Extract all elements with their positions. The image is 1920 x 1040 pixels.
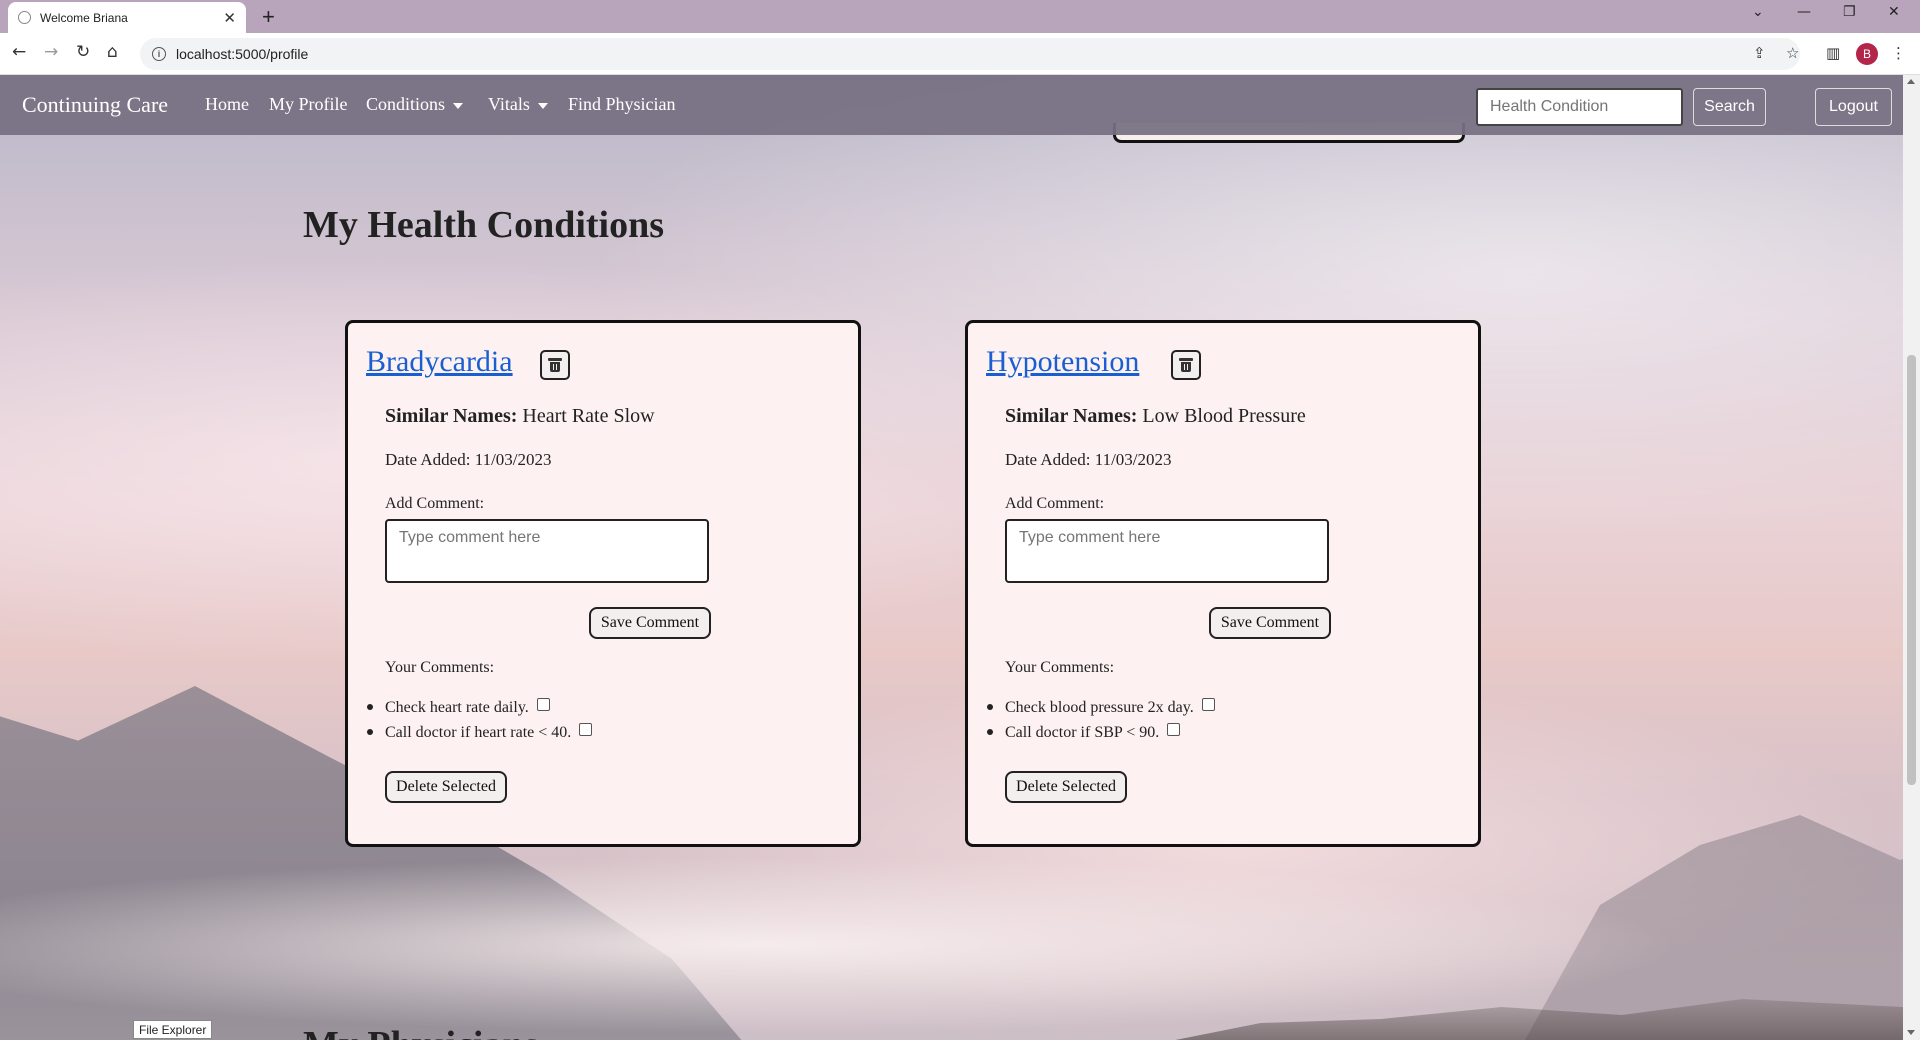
nav-my-profile[interactable]: My Profile	[269, 94, 348, 115]
comment-text: Call doctor if SBP < 90.	[1005, 723, 1160, 741]
star-icon[interactable]: ☆	[1786, 44, 1799, 62]
comment-input[interactable]	[385, 519, 709, 583]
close-tab-icon[interactable]: ✕	[223, 9, 236, 27]
page-viewport: Continuing Care Home My Profile Conditio…	[0, 75, 1903, 1040]
condition-link[interactable]: Hypotension	[986, 345, 1139, 379]
url-text: localhost:5000/profile	[176, 46, 309, 62]
nav-vitals-label: Vitals	[488, 94, 530, 114]
condition-link[interactable]: Bradycardia	[366, 345, 513, 379]
app-navbar: Continuing Care Home My Profile Conditio…	[0, 75, 1903, 135]
delete-condition-button[interactable]	[1171, 350, 1201, 380]
comment-checkbox[interactable]	[579, 723, 593, 736]
browser-tab[interactable]: Welcome Briana ✕	[8, 2, 246, 33]
new-tab-icon[interactable]: +	[262, 4, 275, 30]
comment-item: Check blood pressure 2x day.	[987, 695, 1215, 720]
site-info-icon[interactable]: i	[152, 47, 166, 61]
condition-card: Bradycardia Similar Names: Heart Rate Sl…	[345, 320, 861, 847]
similar-names-value: Heart Rate Slow	[522, 405, 655, 427]
save-comment-button[interactable]: Save Comment	[589, 607, 711, 639]
minimize-icon[interactable]: —	[1797, 4, 1811, 20]
close-window-icon[interactable]: ✕	[1888, 4, 1900, 20]
logout-button[interactable]: Logout	[1815, 88, 1892, 126]
share-icon[interactable]: ⇪	[1753, 44, 1766, 62]
nav-find-physician[interactable]: Find Physician	[568, 94, 676, 115]
comment-item: Check heart rate daily.	[366, 695, 592, 720]
caret-down-icon	[537, 102, 548, 109]
side-panel-icon[interactable]: ▥	[1826, 44, 1840, 62]
your-comments-label: Your Comments:	[1005, 659, 1115, 676]
comment-checkbox[interactable]	[536, 698, 550, 711]
chevron-down-icon[interactable]: ⌄	[1752, 4, 1764, 20]
comment-list: Check heart rate daily. Call doctor if h…	[366, 695, 593, 745]
kebab-menu-icon[interactable]: ⋮	[1891, 44, 1906, 62]
tab-title: Welcome Briana	[40, 10, 128, 25]
your-comments-label: Your Comments:	[385, 659, 495, 676]
nav-conditions-label: Conditions	[366, 94, 446, 114]
condition-search-input[interactable]	[1476, 88, 1683, 126]
comment-text: Check heart rate daily.	[385, 698, 529, 716]
back-arrow-icon[interactable]: ←	[12, 42, 26, 62]
date-added: Date Added: 11/03/2023	[385, 450, 552, 469]
comment-checkbox[interactable]	[1167, 723, 1181, 736]
nav-conditions-dropdown[interactable]: Conditions	[366, 94, 464, 115]
reload-icon[interactable]: ↻	[76, 42, 90, 62]
restore-icon[interactable]: ❐	[1843, 4, 1856, 20]
scroll-up-icon[interactable]	[1907, 79, 1915, 84]
scroll-down-icon[interactable]	[1907, 1030, 1915, 1035]
comment-item: Call doctor if SBP < 90.	[987, 720, 1215, 745]
url-field[interactable]: i localhost:5000/profile	[140, 38, 1800, 70]
search-button[interactable]: Search	[1693, 88, 1766, 126]
scrollbar-thumb[interactable]	[1907, 355, 1916, 785]
comment-checkbox[interactable]	[1201, 698, 1215, 711]
add-comment-label: Add Comment:	[385, 495, 485, 512]
profile-avatar[interactable]: B	[1856, 43, 1878, 65]
comment-list: Check blood pressure 2x day. Call doctor…	[987, 695, 1215, 745]
browser-tab-strip: Welcome Briana ✕ + ⌄ — ❐ ✕	[0, 0, 1920, 33]
nav-home[interactable]: Home	[205, 94, 249, 115]
brand-logo[interactable]: Continuing Care	[22, 92, 168, 118]
condition-card: Hypotension Similar Names: Low Blood Pre…	[965, 320, 1481, 847]
delete-selected-button[interactable]: Delete Selected	[1005, 771, 1127, 803]
similar-names: Similar Names: Low Blood Pressure	[1005, 405, 1306, 428]
address-bar-row: ← → ↻ ⌂ i localhost:5000/profile ⇪ ☆ ▥ B…	[0, 33, 1920, 75]
similar-names-value: Low Blood Pressure	[1142, 405, 1306, 427]
trash-icon	[1179, 358, 1193, 372]
background-fog	[0, 835, 1903, 1040]
comment-text: Call doctor if heart rate < 40.	[385, 723, 572, 741]
forward-arrow-icon[interactable]: →	[44, 42, 58, 62]
similar-names-label: Similar Names:	[1005, 405, 1138, 427]
save-comment-button[interactable]: Save Comment	[1209, 607, 1331, 639]
delete-selected-button[interactable]: Delete Selected	[385, 771, 507, 803]
caret-down-icon	[453, 102, 464, 109]
page-scrollbar[interactable]	[1903, 75, 1920, 1040]
section-title: My Health Conditions	[303, 204, 665, 246]
add-comment-label: Add Comment:	[1005, 495, 1105, 512]
globe-icon	[18, 11, 31, 24]
physicians-section-title: My Physicians	[303, 1023, 538, 1040]
similar-names: Similar Names: Heart Rate Slow	[385, 405, 655, 428]
home-icon[interactable]: ⌂	[107, 42, 118, 62]
similar-names-label: Similar Names:	[385, 405, 518, 427]
taskbar-tooltip: File Explorer	[133, 1020, 213, 1039]
comment-input[interactable]	[1005, 519, 1329, 583]
nav-vitals-dropdown[interactable]: Vitals	[488, 94, 548, 115]
date-added: Date Added: 11/03/2023	[1005, 450, 1172, 469]
comment-text: Check blood pressure 2x day.	[1005, 698, 1194, 716]
trash-icon	[548, 358, 562, 372]
delete-condition-button[interactable]	[540, 350, 570, 380]
comment-item: Call doctor if heart rate < 40.	[366, 720, 593, 745]
